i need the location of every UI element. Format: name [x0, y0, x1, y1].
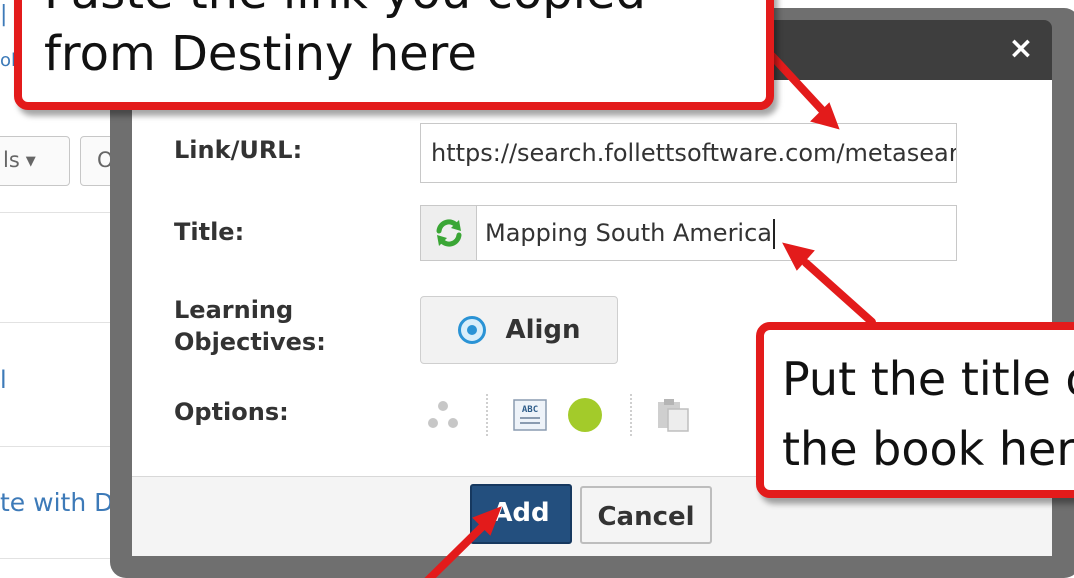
tools-menu-label: ls [3, 148, 20, 172]
callout-title-line1: Put the title of [782, 352, 1074, 406]
group-icon[interactable] [424, 396, 462, 438]
callout-paste-link-line2: from Destiny here [44, 26, 477, 82]
callout-title: Put the title of the book here [756, 322, 1074, 498]
link-url-input[interactable]: https://search.follettsoftware.com/metas… [420, 123, 957, 183]
refresh-icon [436, 219, 461, 247]
add-button[interactable]: Add [470, 484, 572, 544]
list-item-link[interactable]: l [0, 366, 7, 394]
title-label: Title: [174, 218, 245, 246]
divider [630, 394, 632, 436]
link-url-label: Link/URL: [174, 136, 303, 164]
learning-objectives-label-line2: Objectives: [174, 328, 326, 356]
refresh-title-button[interactable] [421, 206, 477, 260]
chevron-down-icon: ▼ [25, 154, 36, 169]
learning-objectives-label-line1: Learning [174, 296, 294, 324]
clipboard-icon[interactable] [654, 396, 692, 438]
close-icon[interactable]: × [1004, 32, 1038, 66]
abc-text-icon[interactable]: ABC [512, 398, 548, 436]
divider [486, 394, 488, 436]
callout-paste-link-line1: Paste the link you copied [44, 0, 766, 23]
callout-paste-link: Paste the link you copied from Destiny h… [14, 0, 774, 110]
cancel-button[interactable]: Cancel [580, 486, 712, 544]
background-link-fragment[interactable]: | [0, 2, 7, 27]
align-button[interactable]: Align [420, 296, 618, 364]
options-label: Options: [174, 398, 289, 426]
green-circle-icon[interactable] [566, 396, 604, 438]
title-field[interactable]: Mapping South America [420, 205, 957, 261]
tools-menu-button[interactable]: ls ▼ [0, 136, 70, 186]
align-button-label: Align [505, 315, 581, 345]
svg-text:ABC: ABC [522, 405, 538, 415]
text-cursor [773, 219, 776, 249]
title-input-value: Mapping South America [485, 219, 773, 247]
callout-title-line2: the book here [782, 422, 1074, 476]
target-icon [458, 316, 487, 344]
